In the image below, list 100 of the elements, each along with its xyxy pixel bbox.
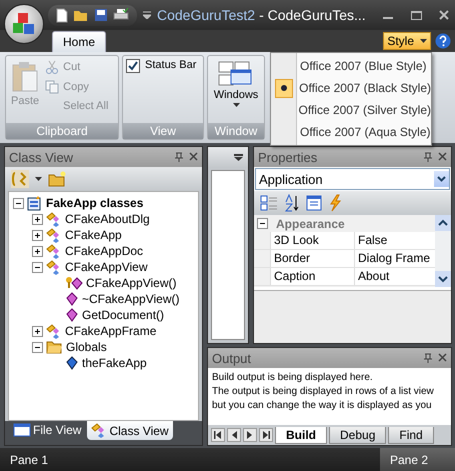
checkmark-icon [128,61,138,71]
close-icon[interactable] [189,152,198,161]
class-diagram-icon [27,196,43,210]
object-combo-box[interactable]: Application [255,168,450,190]
pane-menu-icon[interactable] [234,154,243,160]
close-icon[interactable] [438,353,447,362]
collapse-icon[interactable] [32,262,43,272]
tree-item[interactable]: FakeApp classes [46,196,144,210]
save-icon[interactable] [94,8,108,22]
property-name: 3D Look [270,232,354,249]
help-icon[interactable] [435,33,451,49]
maximize-icon [410,10,422,20]
output-tab[interactable]: Debug [329,426,386,444]
status-bar-checkbox[interactable]: Status Bar [126,59,196,120]
group-label: Window [208,123,264,139]
prev-tab-button[interactable] [227,428,241,442]
menu-item[interactable]: Office 2007 (Aqua Style) [271,121,431,143]
customize-icon[interactable] [143,11,151,19]
lightning-icon[interactable] [328,194,342,212]
panel-tab[interactable]: Class View [87,421,173,440]
print-icon[interactable] [113,8,129,22]
status-pane: Pane 1 [9,452,50,468]
tree-item[interactable]: CFakeAppFrame [65,324,156,338]
window-title: - CodeGuruTes... [259,7,366,23]
panel-title: Output [212,350,252,366]
expand-icon[interactable] [32,214,43,224]
prev-arrow-icon [230,431,238,439]
group-label: View [123,123,203,139]
property-value[interactable]: Dialog Frame [354,250,435,267]
protected-method-icon [65,276,83,290]
output-tab[interactable]: Find [388,426,434,444]
class-icon [46,244,62,258]
new-folder-icon[interactable] [48,171,66,187]
group-label: Clipboard [6,123,118,139]
last-tab-button[interactable] [259,428,273,442]
scroll-up-icon[interactable] [435,215,451,231]
pin-icon[interactable] [424,152,432,162]
menu-item[interactable]: Office 2007 (Blue Style) [271,55,431,77]
windows-icon [218,61,254,87]
panel-tab[interactable]: File View [9,421,86,439]
menu-item[interactable]: Office 2007 (Silver Style) [271,99,431,121]
property-pages-icon[interactable] [306,195,322,211]
class-icon [46,228,62,242]
last-arrow-icon [262,431,270,439]
variable-icon [65,356,79,370]
pin-icon[interactable] [175,152,183,162]
scrollbar[interactable] [435,215,451,287]
tree-item[interactable]: Globals [66,340,107,354]
dropdown-arrow-icon [35,177,42,181]
expand-icon[interactable] [32,326,43,336]
tree-item[interactable]: CFakeAppView() [86,276,176,290]
property-value[interactable]: About [354,268,435,285]
tree-item[interactable]: theFakeApp [82,356,147,370]
categorized-icon[interactable] [260,194,278,212]
property-value[interactable]: False [354,232,435,249]
windows-button[interactable]: Windows [212,59,260,120]
sort-alphabetical-icon[interactable] [284,194,300,212]
next-arrow-icon [246,431,254,439]
close-icon[interactable] [438,152,447,161]
copy-icon [45,80,60,94]
output-tab[interactable]: Build [275,426,327,444]
first-tab-button[interactable] [211,428,225,442]
panel-title: Properties [258,150,318,164]
output-line: but you can change the way it is displayed as you [212,399,433,413]
tree-item[interactable]: CFakeApp [65,228,122,242]
first-arrow-icon [214,431,222,439]
expand-icon[interactable] [32,246,43,256]
output-line: The output is being displayed in rows of a list view [212,385,435,399]
menu-item[interactable]: Office 2007 (Black Style) [271,77,431,99]
scroll-down-icon[interactable] [435,271,451,287]
collapse-icon[interactable] [257,218,268,229]
open-folder-icon[interactable] [73,8,89,22]
expand-icon[interactable] [32,230,43,240]
new-file-icon[interactable] [56,8,68,22]
next-tab-button[interactable] [243,428,257,442]
style-dropdown[interactable]: Style [383,32,431,50]
dropdown-arrow-icon [232,103,240,107]
tree-item[interactable]: CFakeAppDoc [65,244,144,258]
folder-icon [46,340,63,354]
scissors-icon [45,60,60,74]
tree-item[interactable]: ~CFakeAppView() [82,292,180,306]
method-icon [65,292,79,306]
chevron-down-icon [437,176,446,182]
radio-bullet-icon [275,78,294,98]
tree-item[interactable]: CFakeAboutDlg [65,212,150,226]
file-view-icon [13,423,31,437]
document-title: CodeGuruTest2 [157,7,256,23]
tree-item[interactable]: GetDocument() [82,308,164,322]
collapse-icon[interactable] [32,342,43,352]
method-icon [65,308,79,322]
collapse-icon[interactable] [13,198,24,208]
dropdown-arrow-icon [420,39,427,43]
tree-item[interactable]: CFakeAppView [65,260,148,274]
ribbon-tab[interactable]: Home [52,31,106,52]
pin-icon[interactable] [424,353,432,363]
property-name: Caption [270,268,354,285]
class-icon [46,212,62,226]
class-icon [46,260,62,274]
category-label: Appearance [276,216,345,230]
cubes-logo-icon [12,13,36,35]
